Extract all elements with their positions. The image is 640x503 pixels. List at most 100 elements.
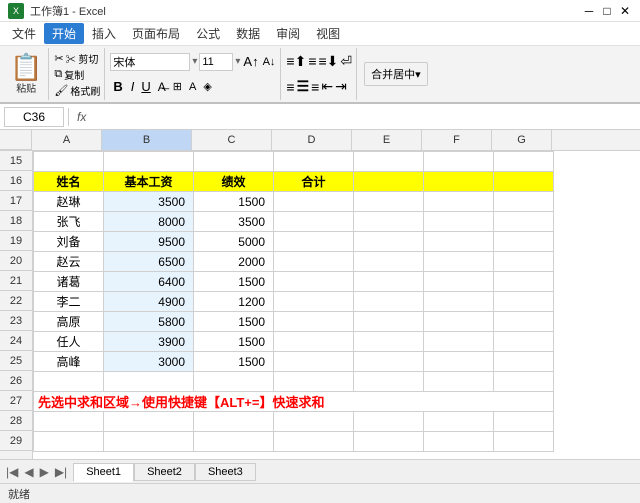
- cell-b28[interactable]: [104, 412, 194, 432]
- paste-btn[interactable]: 📋: [10, 54, 42, 80]
- cell-a19[interactable]: 刘备: [34, 232, 104, 252]
- align-center-btn[interactable]: ☰: [297, 78, 310, 95]
- cell-g25[interactable]: [494, 352, 554, 372]
- row-num-17[interactable]: 17: [0, 191, 32, 211]
- menu-item-审阅[interactable]: 审阅: [268, 23, 308, 44]
- cell-a26[interactable]: [34, 372, 104, 392]
- cell-d29[interactable]: [274, 432, 354, 452]
- cell-g26[interactable]: [494, 372, 554, 392]
- cell-e17[interactable]: [354, 192, 424, 212]
- sheet-prev-btn[interactable]: ◀: [22, 465, 35, 479]
- cell-e29[interactable]: [354, 432, 424, 452]
- cell-g23[interactable]: [494, 312, 554, 332]
- cell-f18[interactable]: [424, 212, 494, 232]
- cell-b20[interactable]: 6500: [104, 252, 194, 272]
- sheet-first-btn[interactable]: |◀: [4, 465, 20, 479]
- cell-e18[interactable]: [354, 212, 424, 232]
- formula-input[interactable]: [94, 107, 636, 127]
- cell-g29[interactable]: [494, 432, 554, 452]
- cell-d23[interactable]: [274, 312, 354, 332]
- format-paint-btn[interactable]: 🖌格式刷: [54, 83, 100, 98]
- cell-b16[interactable]: 基本工资: [104, 172, 194, 192]
- cell-f28[interactable]: [424, 412, 494, 432]
- cell-e23[interactable]: [354, 312, 424, 332]
- cell-e22[interactable]: [354, 292, 424, 312]
- row-num-21[interactable]: 21: [0, 271, 32, 291]
- cell-g22[interactable]: [494, 292, 554, 312]
- font-name-dropdown-icon[interactable]: ▾: [192, 56, 197, 67]
- row-num-24[interactable]: 24: [0, 331, 32, 351]
- cell-a23[interactable]: 高原: [34, 312, 104, 332]
- close-btn[interactable]: ✕: [618, 4, 632, 18]
- cell-f29[interactable]: [424, 432, 494, 452]
- cell-a22[interactable]: 李二: [34, 292, 104, 312]
- cell-e21[interactable]: [354, 272, 424, 292]
- font-size-input[interactable]: [199, 53, 233, 71]
- cell-c18[interactable]: 3500: [194, 212, 274, 232]
- cell-d21[interactable]: [274, 272, 354, 292]
- cell-f22[interactable]: [424, 292, 494, 312]
- cell-b26[interactable]: [104, 372, 194, 392]
- border-btn[interactable]: ⊞: [171, 80, 184, 93]
- cell-b24[interactable]: 3900: [104, 332, 194, 352]
- cell-d26[interactable]: [274, 372, 354, 392]
- sheet-last-btn[interactable]: ▶|: [53, 465, 69, 479]
- minimize-btn[interactable]: ─: [582, 4, 596, 18]
- col-header-a[interactable]: A: [32, 130, 102, 150]
- row-num-29[interactable]: 29: [0, 431, 32, 451]
- row-num-27[interactable]: 27: [0, 391, 32, 411]
- cell-c17[interactable]: 1500: [194, 192, 274, 212]
- cell-e28[interactable]: [354, 412, 424, 432]
- strikethrough-btn[interactable]: A̶: [156, 80, 168, 94]
- cell-e16[interactable]: [354, 172, 424, 192]
- fill-color-btn[interactable]: A: [187, 81, 198, 93]
- italic-btn[interactable]: I: [129, 79, 137, 94]
- cell-c28[interactable]: [194, 412, 274, 432]
- row-num-16[interactable]: 16: [0, 171, 32, 191]
- col-header-e[interactable]: E: [352, 130, 422, 150]
- cell-c15[interactable]: [194, 152, 274, 172]
- col-header-c[interactable]: C: [192, 130, 272, 150]
- cell-b25[interactable]: 3000: [104, 352, 194, 372]
- cell-g28[interactable]: [494, 412, 554, 432]
- row-num-18[interactable]: 18: [0, 211, 32, 231]
- cell-b22[interactable]: 4900: [104, 292, 194, 312]
- cell-d20[interactable]: [274, 252, 354, 272]
- row-num-28[interactable]: 28: [0, 411, 32, 431]
- font-increase-btn[interactable]: A↑: [242, 54, 259, 69]
- cell-g16[interactable]: [494, 172, 554, 192]
- underline-btn[interactable]: U: [139, 79, 152, 94]
- align-left-btn[interactable]: ≡: [286, 79, 294, 95]
- cell-a28[interactable]: [34, 412, 104, 432]
- sheet-tab-Sheet1[interactable]: Sheet1: [73, 463, 134, 482]
- cell-a20[interactable]: 赵云: [34, 252, 104, 272]
- cell-g19[interactable]: [494, 232, 554, 252]
- cell-g20[interactable]: [494, 252, 554, 272]
- font-name-input[interactable]: [110, 53, 190, 71]
- cell-g21[interactable]: [494, 272, 554, 292]
- cell-d19[interactable]: [274, 232, 354, 252]
- sheet-tab-Sheet2[interactable]: Sheet2: [134, 463, 195, 481]
- align-right-btn[interactable]: ≡: [311, 79, 319, 95]
- cell-c22[interactable]: 1200: [194, 292, 274, 312]
- cell-reference-box[interactable]: C36: [4, 107, 64, 127]
- cell-d24[interactable]: [274, 332, 354, 352]
- cut-btn[interactable]: ✂✂ 剪切: [54, 51, 100, 66]
- cell-d15[interactable]: [274, 152, 354, 172]
- row-num-23[interactable]: 23: [0, 311, 32, 331]
- align-top-btn[interactable]: ≡⬆: [286, 53, 306, 70]
- cell-f26[interactable]: [424, 372, 494, 392]
- cell-f17[interactable]: [424, 192, 494, 212]
- cell-b17[interactable]: 3500: [104, 192, 194, 212]
- cell-f15[interactable]: [424, 152, 494, 172]
- col-header-f[interactable]: F: [422, 130, 492, 150]
- cell-a18[interactable]: 张飞: [34, 212, 104, 232]
- sheet-tab-Sheet3[interactable]: Sheet3: [195, 463, 256, 481]
- indent-decrease-btn[interactable]: ⇤: [321, 78, 333, 95]
- cell-a29[interactable]: [34, 432, 104, 452]
- menu-item-公式[interactable]: 公式: [188, 23, 228, 44]
- cell-d22[interactable]: [274, 292, 354, 312]
- row-num-15[interactable]: 15: [0, 151, 32, 171]
- cell-f20[interactable]: [424, 252, 494, 272]
- cell-c26[interactable]: [194, 372, 274, 392]
